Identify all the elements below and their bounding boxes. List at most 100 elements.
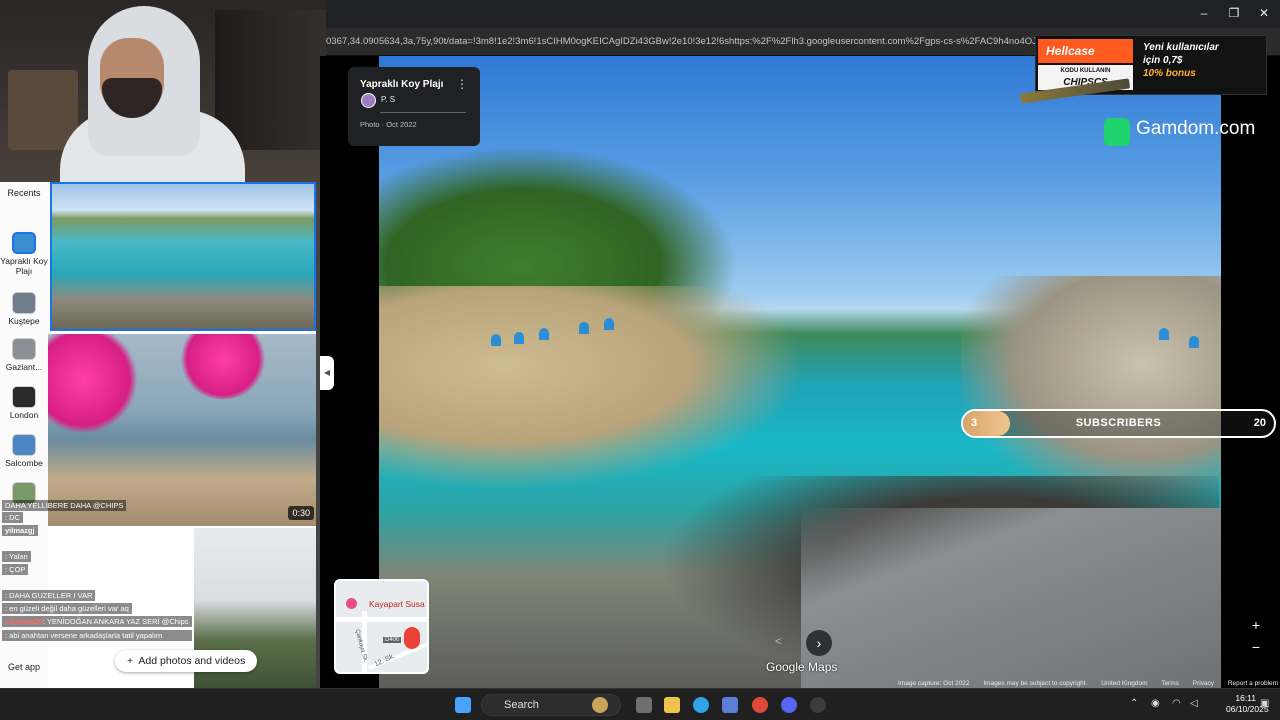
collapse-panel-button[interactable]: ◀ [320, 356, 334, 390]
subscriber-label: SUBSCRIBERS [1075, 417, 1162, 429]
close-window-button[interactable]: ✕ [1249, 6, 1279, 20]
maximize-button[interactable]: ❐ [1219, 6, 1249, 20]
recent-label: Salcombe [5, 458, 43, 468]
gamdom-logo: Gamdom.com [1136, 118, 1256, 139]
credit-copyright: Images may be subject to copyright. [983, 680, 1088, 687]
recent-label: London [9, 410, 39, 420]
author-name[interactable]: P. S [381, 95, 395, 104]
volume-icon[interactable]: ◁ [1190, 698, 1198, 709]
plus-icon: + [127, 655, 134, 667]
street-label: 12. Sk. [373, 652, 397, 669]
recent-thumb [12, 292, 36, 314]
zoom-out-button[interactable]: − [1245, 636, 1267, 658]
photo-umbrella [539, 328, 549, 340]
report-link[interactable]: Report a problem [1228, 680, 1278, 687]
recent-item-london[interactable]: London [0, 386, 48, 420]
photo-right-cliff [961, 276, 1221, 496]
hellcase-line2: için 0,7$ [1143, 55, 1183, 66]
road-badge: D400 [383, 637, 402, 643]
recent-item-yaprakli[interactable]: Yapraklı Koy Plajı [0, 232, 48, 276]
wifi-icon[interactable]: ◠ [1172, 698, 1181, 709]
recents-label: Recents [7, 188, 41, 198]
more-options-icon[interactable]: ⋮ [456, 77, 468, 91]
hellcase-line3: 10% bonus [1143, 68, 1196, 79]
photo-umbrella [604, 318, 614, 330]
recent-item-kustepe[interactable]: Kuştepe [0, 292, 48, 326]
avatar[interactable] [361, 93, 376, 108]
chat-message: : abi anahtan versene arkadaşlarla tatil… [2, 630, 192, 641]
screen: – ❐ ✕ 0367,34.0905634,3a,75y,90t/data=!3… [0, 0, 1280, 720]
task-view-icon[interactable] [636, 697, 652, 713]
pegman-icon [404, 627, 420, 649]
webcam-overlay [0, 0, 326, 182]
zoom-in-button[interactable]: + [1245, 614, 1267, 636]
map-credits: Image capture: Oct 2022 Images may be su… [898, 680, 1280, 688]
recent-label: Kuştepe [8, 316, 40, 326]
previous-photo-button[interactable]: < [775, 634, 782, 648]
chat-message: DAHA YELLIBERE DAHA @CHIPS [2, 500, 127, 511]
chat-message: yilmazgj [2, 525, 38, 536]
photo-umbrella [491, 334, 501, 346]
taskbar: Search ⌃ ◉ ◠ ◁ 16:11 06/10/2025 ▣ [0, 688, 1280, 720]
chat-message: : en güzeli değil daha güzelleri var aq [2, 603, 132, 614]
flowers-decor [178, 334, 268, 399]
photo-umbrella [1159, 328, 1169, 340]
credit-region[interactable]: United Kingdom [1101, 680, 1147, 687]
chevron-right-icon: › [816, 635, 822, 651]
notification-icon[interactable]: ▣ [1260, 698, 1269, 709]
discord-icon[interactable] [781, 697, 797, 713]
chevron-up-icon[interactable]: ⌃ [1130, 698, 1138, 709]
mini-map[interactable]: Kayapart Susa D400 Çankaya Sk. 12. Sk. [334, 579, 429, 674]
photo-umbrella [1189, 336, 1199, 348]
get-app-link[interactable]: Get app [0, 662, 48, 672]
hellcase-line1: Yeni kullanıcılar [1143, 42, 1219, 53]
place-title: Yapraklı Koy Plajı [360, 79, 444, 90]
terms-link[interactable]: Terms [1161, 680, 1179, 687]
gallery-video-bougainvillea[interactable]: 0:30 [48, 334, 318, 526]
system-clock[interactable]: 16:11 06/10/2025 [1226, 693, 1269, 715]
chrome-icon[interactable] [752, 697, 768, 713]
google-maps-logo: Google Maps [766, 660, 838, 674]
windows-start-icon[interactable] [455, 697, 471, 713]
chat-message: : Yalan [2, 551, 31, 562]
widgets-icon[interactable] [592, 697, 608, 713]
microphone-icon[interactable]: ◉ [1151, 698, 1160, 709]
obs-icon[interactable] [810, 697, 826, 713]
file-explorer-icon[interactable] [664, 697, 680, 713]
credit-capture: Image capture: Oct 2022 [898, 680, 970, 687]
gallery-photo-bay[interactable] [50, 182, 316, 331]
divider [380, 112, 466, 113]
subscriber-goal-bar: 3 SUBSCRIBERS 20 [961, 409, 1276, 438]
chat-message: : DAHA GUZELLER I VAR [2, 590, 96, 601]
store-icon[interactable] [722, 697, 738, 713]
recent-thumb [12, 338, 36, 360]
add-photos-label: Add photos and videos [138, 655, 246, 667]
clock-time: 16:11 [1235, 693, 1256, 703]
photo-left-cliff [379, 286, 799, 486]
flowers-decor [48, 334, 138, 434]
recent-thumb [12, 434, 36, 456]
map-place-label: Kayapart Susa [369, 599, 425, 609]
subscriber-goal: 20 [1253, 417, 1266, 429]
recent-thumb [12, 386, 36, 408]
video-duration: 0:30 [288, 506, 314, 520]
privacy-link[interactable]: Privacy [1193, 680, 1214, 687]
photo-pavement [801, 508, 1221, 688]
webcam-furniture [8, 70, 78, 150]
recent-item-gaziantep[interactable]: Gaziant... [0, 338, 48, 372]
chevron-left-icon: ◀ [323, 368, 331, 377]
clock-date: 06/10/2025 [1226, 704, 1269, 714]
chat-message: : ÇOP [2, 564, 29, 575]
photo-umbrella [514, 332, 524, 344]
recent-thumb [12, 232, 36, 254]
webcam-background [215, 10, 326, 150]
main-photo[interactable] [379, 56, 1221, 688]
stream-chat-overlay: DAHA YELLIBERE DAHA @CHIPS : DC yilmazgj… [0, 500, 200, 660]
url-text: 0367,34.0905634,3a,75y,90t/data=!3m8!1e2… [326, 36, 1076, 47]
recent-item-salcombe[interactable]: Salcombe [0, 434, 48, 468]
recent-label: Yapraklı Koy Plajı [0, 256, 48, 276]
next-photo-button[interactable]: › [806, 630, 832, 656]
minimize-button[interactable]: – [1189, 6, 1219, 20]
add-photos-button[interactable]: + Add photos and videos [115, 650, 258, 672]
edge-icon[interactable] [693, 697, 709, 713]
